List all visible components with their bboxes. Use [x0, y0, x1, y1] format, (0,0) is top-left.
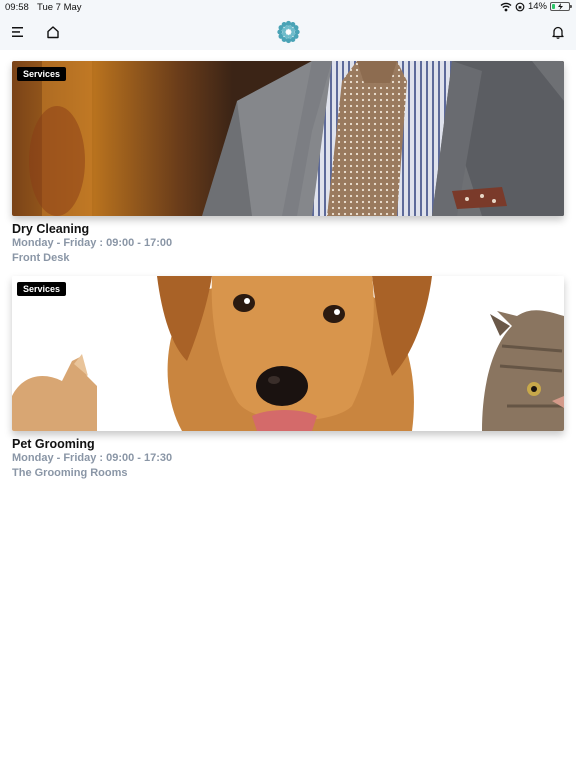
wifi-icon [500, 2, 512, 11]
hamburger-menu-icon [12, 27, 23, 37]
card-location: The Grooming Rooms [12, 467, 128, 479]
suit-and-tie-photo: Services [12, 61, 564, 216]
services-badge: Services [17, 282, 67, 296]
card-hours: Monday - Friday : 09:00 - 17:30 [12, 452, 173, 464]
services-badge: Services [17, 67, 67, 81]
service-card-dry-cleaning[interactable]: Services Dry Cleaning Monday - Friday : … [12, 61, 564, 264]
status-right: 14% [500, 1, 572, 12]
card-title: Dry Cleaning [12, 222, 90, 236]
menu-button[interactable] [8, 22, 28, 42]
service-card-pet-grooming[interactable]: Services Pet Grooming Monday - Friday : … [12, 276, 564, 479]
flower-logo-icon[interactable] [276, 19, 301, 45]
home-button[interactable] [43, 22, 63, 42]
battery-icon [550, 2, 572, 11]
top-bar: 09:58 Tue 7 May 14% [0, 0, 576, 50]
orientation-lock-icon [515, 2, 525, 11]
card-hours: Monday - Friday : 09:00 - 17:00 [12, 237, 173, 249]
notifications-button[interactable] [548, 22, 568, 42]
battery-percent: 14% [527, 1, 547, 12]
puppy-kitten-bunny-photo: Services [12, 276, 564, 431]
status-time: 09:58 [5, 2, 29, 13]
bell-icon [552, 26, 564, 39]
status-date: Tue 7 May [37, 2, 82, 13]
status-bar: 09:58 Tue 7 May 14% [0, 0, 576, 14]
card-title: Pet Grooming [12, 437, 95, 451]
home-icon [47, 26, 59, 39]
card-location: Front Desk [12, 252, 70, 264]
